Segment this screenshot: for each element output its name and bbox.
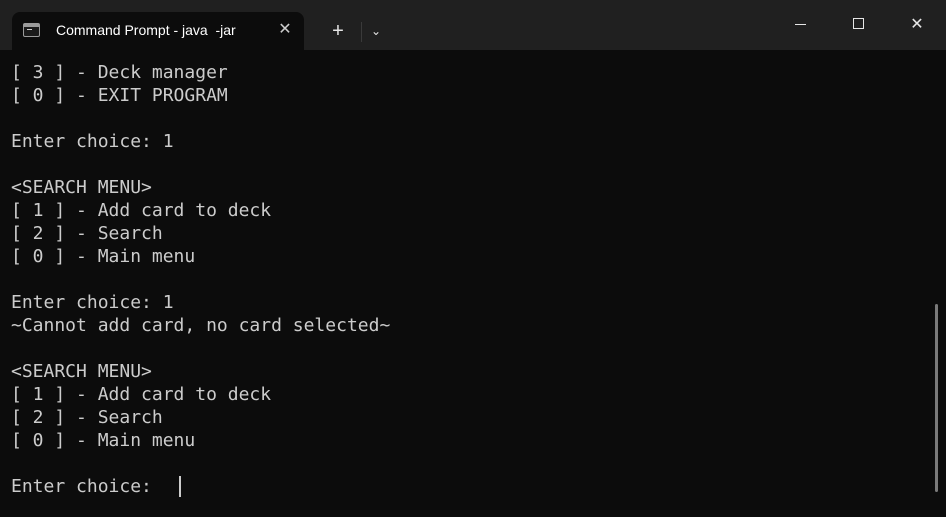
- terminal-line: <SEARCH MENU>: [11, 177, 152, 198]
- terminal-line: <SEARCH MENU>: [11, 361, 152, 382]
- text-cursor: [179, 476, 181, 497]
- terminal-line: [ 0 ] - Main menu: [11, 246, 196, 267]
- close-tab-icon[interactable]: ✕: [274, 19, 296, 41]
- terminal-line: Enter choice: 1: [11, 131, 174, 152]
- close-window-button[interactable]: ✕: [888, 0, 946, 50]
- terminal-line: Enter choice: 1: [11, 292, 174, 313]
- terminal-line: [ 0 ] - Main menu: [11, 430, 196, 451]
- terminal-output[interactable]: [ 3 ] - Deck manager [ 0 ] - EXIT PROGRA…: [0, 50, 930, 517]
- terminal-line: [ 0 ] - EXIT PROGRAM: [11, 85, 228, 106]
- title-bar: Command Prompt - java -jar ✕ + ⌄ ✕: [0, 0, 946, 50]
- terminal-prompt-line: Enter choice:: [11, 476, 163, 497]
- new-tab-button[interactable]: +: [318, 14, 358, 48]
- minimize-button[interactable]: [771, 0, 829, 50]
- tab-command-prompt[interactable]: Command Prompt - java -jar ✕: [12, 12, 304, 50]
- terminal-icon: [23, 23, 40, 37]
- chevron-down-icon[interactable]: ⌄: [362, 14, 390, 48]
- terminal-line: [ 2 ] - Search: [11, 223, 163, 244]
- maximize-icon: [852, 17, 864, 29]
- vertical-scrollbar[interactable]: [935, 304, 938, 492]
- tab-title: Command Prompt - java -jar: [56, 22, 236, 38]
- terminal-window: Command Prompt - java -jar ✕ + ⌄ ✕ [ 3 ]…: [0, 0, 946, 517]
- terminal-line: [ 3 ] - Deck manager: [11, 62, 228, 83]
- terminal-line: [ 1 ] - Add card to deck: [11, 200, 272, 221]
- terminal-line: [ 2 ] - Search: [11, 407, 163, 428]
- terminal-line: ~Cannot add card, no card selected~: [11, 315, 391, 336]
- maximize-button[interactable]: [829, 0, 887, 50]
- minimize-icon: [794, 24, 806, 26]
- terminal-line: [ 1 ] - Add card to deck: [11, 384, 272, 405]
